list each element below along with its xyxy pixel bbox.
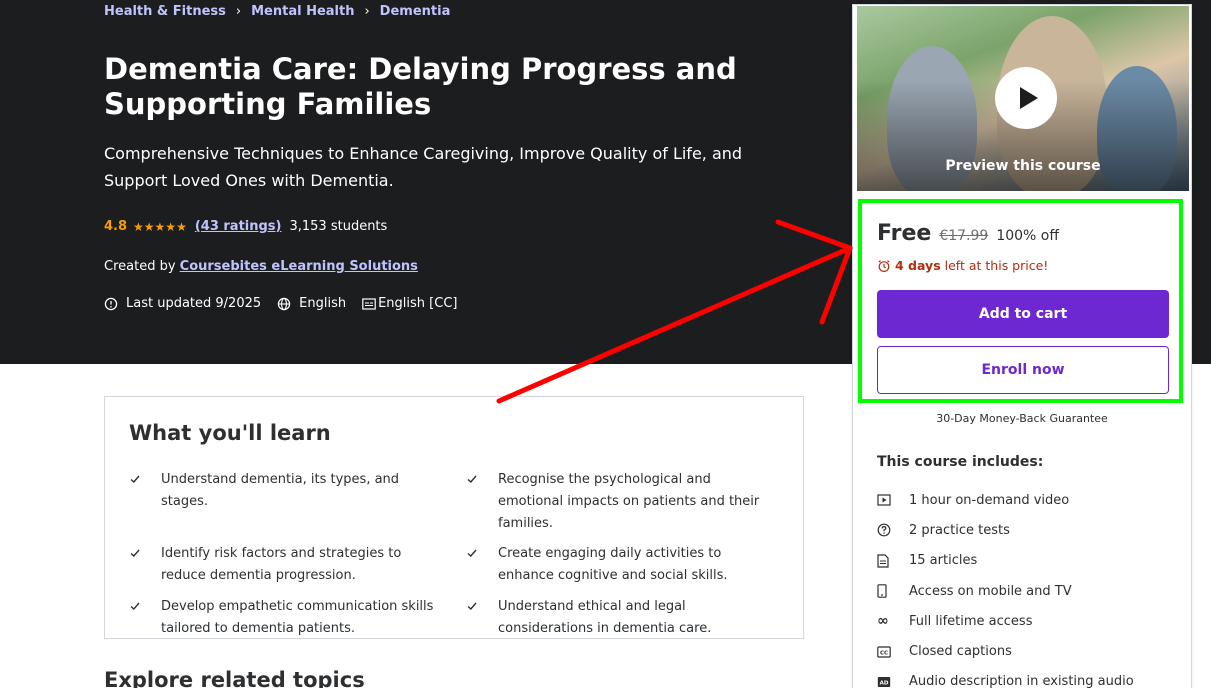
breadcrumb-health-fitness[interactable]: Health & Fitness [104, 4, 226, 19]
cc-icon: CC [877, 646, 909, 658]
play-icon[interactable] [995, 67, 1057, 129]
created-by-row: Created by Coursebites eLearning Solutio… [104, 259, 418, 274]
breadcrumb-mental-health[interactable]: Mental Health [251, 4, 354, 19]
check-icon [466, 543, 498, 588]
svg-text:CC: CC [880, 650, 888, 656]
ratings-count-link[interactable]: (43 ratings) [195, 219, 282, 234]
learn-item: Understand dementia, its types, and stag… [129, 469, 466, 535]
captions-icon [362, 297, 376, 310]
money-back-guarantee: 30-Day Money-Back Guarantee [936, 412, 1108, 425]
learn-item: Create engaging daily activities to enha… [466, 543, 781, 588]
preview-course-label[interactable]: Preview this course [857, 158, 1189, 174]
students-count: 3,153 students [289, 219, 388, 234]
includes-item: 1 hour on-demand video [877, 485, 1134, 515]
breadcrumb-dementia[interactable]: Dementia [380, 4, 451, 19]
includes-list: 1 hour on-demand video 2 practice tests … [877, 485, 1134, 688]
learn-item: Develop empathetic communication skills … [129, 596, 466, 641]
course-preview-video[interactable]: Preview this course [857, 6, 1189, 191]
learn-item: Understand ethical and legal considerati… [466, 596, 781, 641]
includes-item: Access on mobile and TV [877, 576, 1134, 606]
rating-value: 4.8 [104, 219, 128, 234]
star-rating-icon: ★★★★★ [133, 219, 187, 234]
check-icon [129, 469, 161, 535]
alert-clock-icon [104, 297, 118, 310]
includes-title: This course includes: [877, 454, 1044, 470]
course-title: Dementia Care: Delaying Progress and Sup… [104, 52, 737, 121]
mobile-icon [877, 584, 909, 598]
what-you-learn-box: What you'll learn Understand dementia, i… [104, 396, 804, 639]
check-icon [129, 596, 161, 641]
includes-item: AD Audio description in existing audio [877, 667, 1134, 688]
course-meta-row: Last updated 9/2025 English English [CC] [104, 296, 473, 311]
instructor-link[interactable]: Coursebites eLearning Solutions [180, 259, 418, 274]
check-icon [129, 543, 161, 588]
includes-item: ∞ Full lifetime access [877, 613, 1033, 630]
check-icon [466, 469, 498, 535]
breadcrumb: Health & Fitness › Mental Health › Demen… [104, 4, 450, 19]
explore-related-topics-title: Explore related topics [104, 668, 365, 688]
learn-item: Identify risk factors and strategies to … [129, 543, 466, 588]
rating-row: 4.8 ★★★★★ (43 ratings) 3,153 students [104, 219, 387, 234]
learn-list: Understand dementia, its types, and stag… [129, 469, 781, 641]
learn-title: What you'll learn [129, 421, 331, 445]
learn-item: Recognise the psychological and emotiona… [466, 469, 781, 535]
created-by-label: Created by [104, 259, 176, 274]
globe-icon [277, 297, 291, 310]
chevron-right-icon: › [235, 4, 242, 19]
course-captions: English [CC] [378, 296, 458, 311]
last-updated: Last updated 9/2025 [126, 296, 262, 311]
article-icon [877, 554, 909, 568]
includes-item: 15 articles [877, 546, 1134, 576]
quiz-icon [877, 523, 909, 537]
infinity-icon: ∞ [877, 613, 889, 630]
audio-description-icon: AD [877, 676, 909, 688]
svg-text:AD: AD [880, 680, 889, 686]
chevron-right-icon: › [364, 4, 370, 19]
includes-item: CC Closed captions [877, 636, 1134, 666]
annotation-highlight-box [858, 199, 1183, 403]
check-icon [466, 596, 498, 641]
course-subtitle: Comprehensive Techniques to Enhance Care… [104, 144, 743, 190]
video-icon [877, 494, 909, 506]
course-language: English [299, 296, 347, 311]
includes-item: 2 practice tests [877, 515, 1134, 545]
